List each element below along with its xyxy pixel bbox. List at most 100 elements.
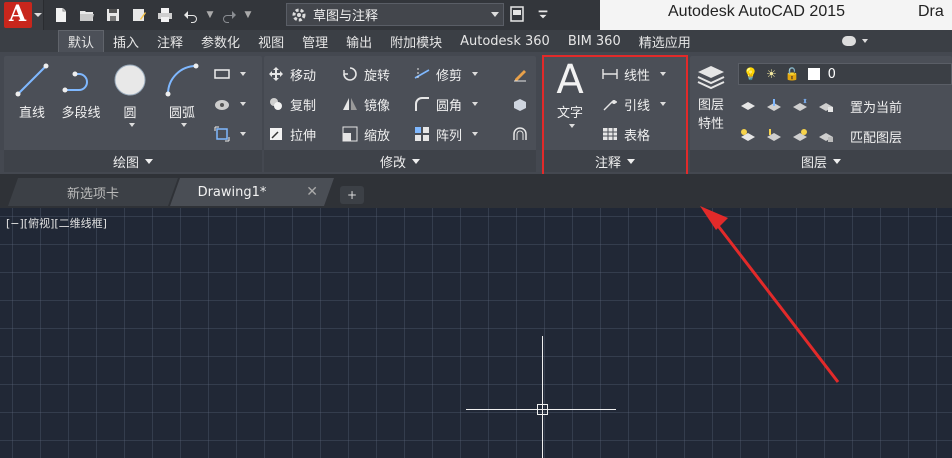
table-tool-button[interactable]: 表格 [602,124,650,144]
arc-tool-button[interactable]: 圆弧 [160,62,204,127]
toggle-icon [842,36,856,46]
layer-properties-button[interactable]: 图层 特性 [692,62,730,132]
set-current-button[interactable]: 置为当前 [850,97,902,116]
explode-icon [514,99,526,111]
tab-default[interactable]: 默认 [58,30,105,52]
polyline-tool-button[interactable]: 多段线 [56,62,106,121]
ribbon-minimize-button[interactable] [842,34,870,48]
rectangle-tool-button[interactable] [214,64,246,84]
mirror-icon [343,98,357,110]
tab-autodesk-360[interactable]: Autodesk 360 [451,30,559,52]
title-bar: ▼ ▼ 草图与注释 Autodesk AutoCAD 2015 Dra [0,0,952,30]
window-title: Autodesk AutoCAD 2015 Dra [600,0,952,30]
leader-tool-button[interactable]: 引线 [602,94,667,114]
chevron-down-icon [240,132,246,136]
match-layer-button[interactable]: 匹配图层 [850,127,902,146]
open-file-button[interactable] [76,5,98,25]
quick-access-extra [508,4,552,24]
redo-button[interactable] [218,5,240,25]
layer-tools-row-1: 置为当前 [740,96,902,116]
tab-output[interactable]: 输出 [337,30,381,52]
redo-dropdown-icon[interactable]: ▼ [244,5,252,25]
document-tab-bar: 新选项卡 Drawing1* ✕ + [0,174,952,208]
rotate-tool-button[interactable]: 旋转 [342,64,390,84]
layer-off-icon[interactable] [740,98,756,114]
line-icon [15,63,49,97]
new-tab-start[interactable]: 新选项卡 [8,178,178,206]
boundary-tool-button[interactable] [214,124,246,144]
lightbulb-icon: 💡 [743,67,758,81]
stretch-tool-button[interactable]: 拉伸 [268,124,316,144]
mirror-tool-button[interactable]: 镜像 [342,94,390,114]
hatch-tool-button[interactable] [214,94,246,114]
linear-dimension-button[interactable]: 线性 [602,64,667,84]
undo-dropdown-icon[interactable]: ▼ [206,5,214,25]
layer-freeze-icon[interactable] [792,98,808,114]
layer-select[interactable]: 💡 ☀ 🔓 0 [738,63,952,85]
tab-bim-360[interactable]: BIM 360 [559,30,630,52]
trim-tool-button[interactable]: 修剪 [414,64,479,84]
tab-view[interactable]: 视图 [249,30,293,52]
scale-icon [342,126,358,142]
text-tool-button[interactable]: A 文字 [550,58,590,128]
offset-tool-button[interactable] [512,124,528,144]
undo-button[interactable] [180,5,202,25]
tab-annotate[interactable]: 注释 [148,30,192,52]
viewport-controls[interactable]: [−][俯视][二维线框] [6,215,107,231]
polyline-icon [62,71,88,93]
tab-insert[interactable]: 插入 [104,30,148,52]
drawing-tab[interactable]: Drawing1* ✕ [170,178,334,206]
workspace-switch-button[interactable] [508,4,526,24]
linear-dimension-icon [602,69,618,79]
drawing-canvas[interactable]: [−][俯视][二维线框] [0,208,952,458]
app-title: Autodesk AutoCAD 2015 [668,3,846,20]
fillet-tool-button[interactable]: 圆角 [414,94,479,114]
layer-lock-icon[interactable] [818,98,834,114]
copy-tool-button[interactable]: 复制 [268,94,316,114]
layer-on-icon[interactable] [740,128,756,144]
tab-manage[interactable]: 管理 [293,30,337,52]
customize-qat-button[interactable] [534,4,552,24]
modify-panel: 移动 旋转 修剪 复制 镜像 圆角 拉伸 缩放 阵列 修改 [264,56,536,172]
line-tool-button[interactable]: 直线 [12,62,52,121]
add-tab-button[interactable]: + [340,186,364,204]
sun-icon: ☀ [765,67,777,81]
explode-tool-button[interactable] [512,94,528,114]
window-icon [510,6,524,22]
application-menu-button[interactable] [0,0,44,30]
ribbon: 直线 多段线 圆 圆弧 绘图 移动 旋转 修剪 复制 镜像 圆角 拉伸 缩放 阵… [0,52,952,174]
layer-unlock-icon[interactable] [818,128,834,144]
chevron-down-icon [660,72,667,76]
layer-isolate-icon[interactable] [766,98,782,114]
rectangle-icon [214,69,230,79]
draw-panel: 直线 多段线 圆 圆弧 绘图 [4,56,262,172]
move-tool-button[interactable]: 移动 [268,64,316,84]
new-file-button[interactable] [50,5,72,25]
chevron-down-icon [569,124,575,128]
tab-parametric[interactable]: 参数化 [192,30,249,52]
erase-tool-button[interactable] [512,64,528,84]
tab-addins[interactable]: 附加模块 [381,30,451,52]
workspace-select[interactable]: 草图与注释 [286,3,504,26]
close-icon[interactable]: ✕ [306,184,318,200]
chevron-down-icon [833,158,841,164]
open-folder-icon [80,11,94,21]
plus-icon: + [346,188,358,202]
save-button[interactable] [102,5,124,25]
layer-unisolate-icon[interactable] [766,128,782,144]
scale-tool-button[interactable]: 缩放 [342,124,390,144]
tab-featured-apps[interactable]: 精选应用 [630,30,700,52]
save-as-button[interactable] [128,5,150,25]
fillet-icon [415,97,429,111]
modify-panel-footer[interactable]: 修改 [264,150,536,172]
layers-panel-footer[interactable]: 图层 [690,150,952,172]
annotation-panel-footer[interactable]: 注释 [544,150,686,172]
circle-tool-button[interactable]: 圆 [108,62,152,127]
move-icon [269,67,283,81]
draw-panel-footer[interactable]: 绘图 [4,150,262,172]
hatch-icon [215,100,229,110]
array-tool-button[interactable]: 阵列 [414,124,479,144]
layer-thaw-icon[interactable] [792,128,808,144]
chevron-down-icon [34,13,42,17]
plot-button[interactable] [154,5,176,25]
